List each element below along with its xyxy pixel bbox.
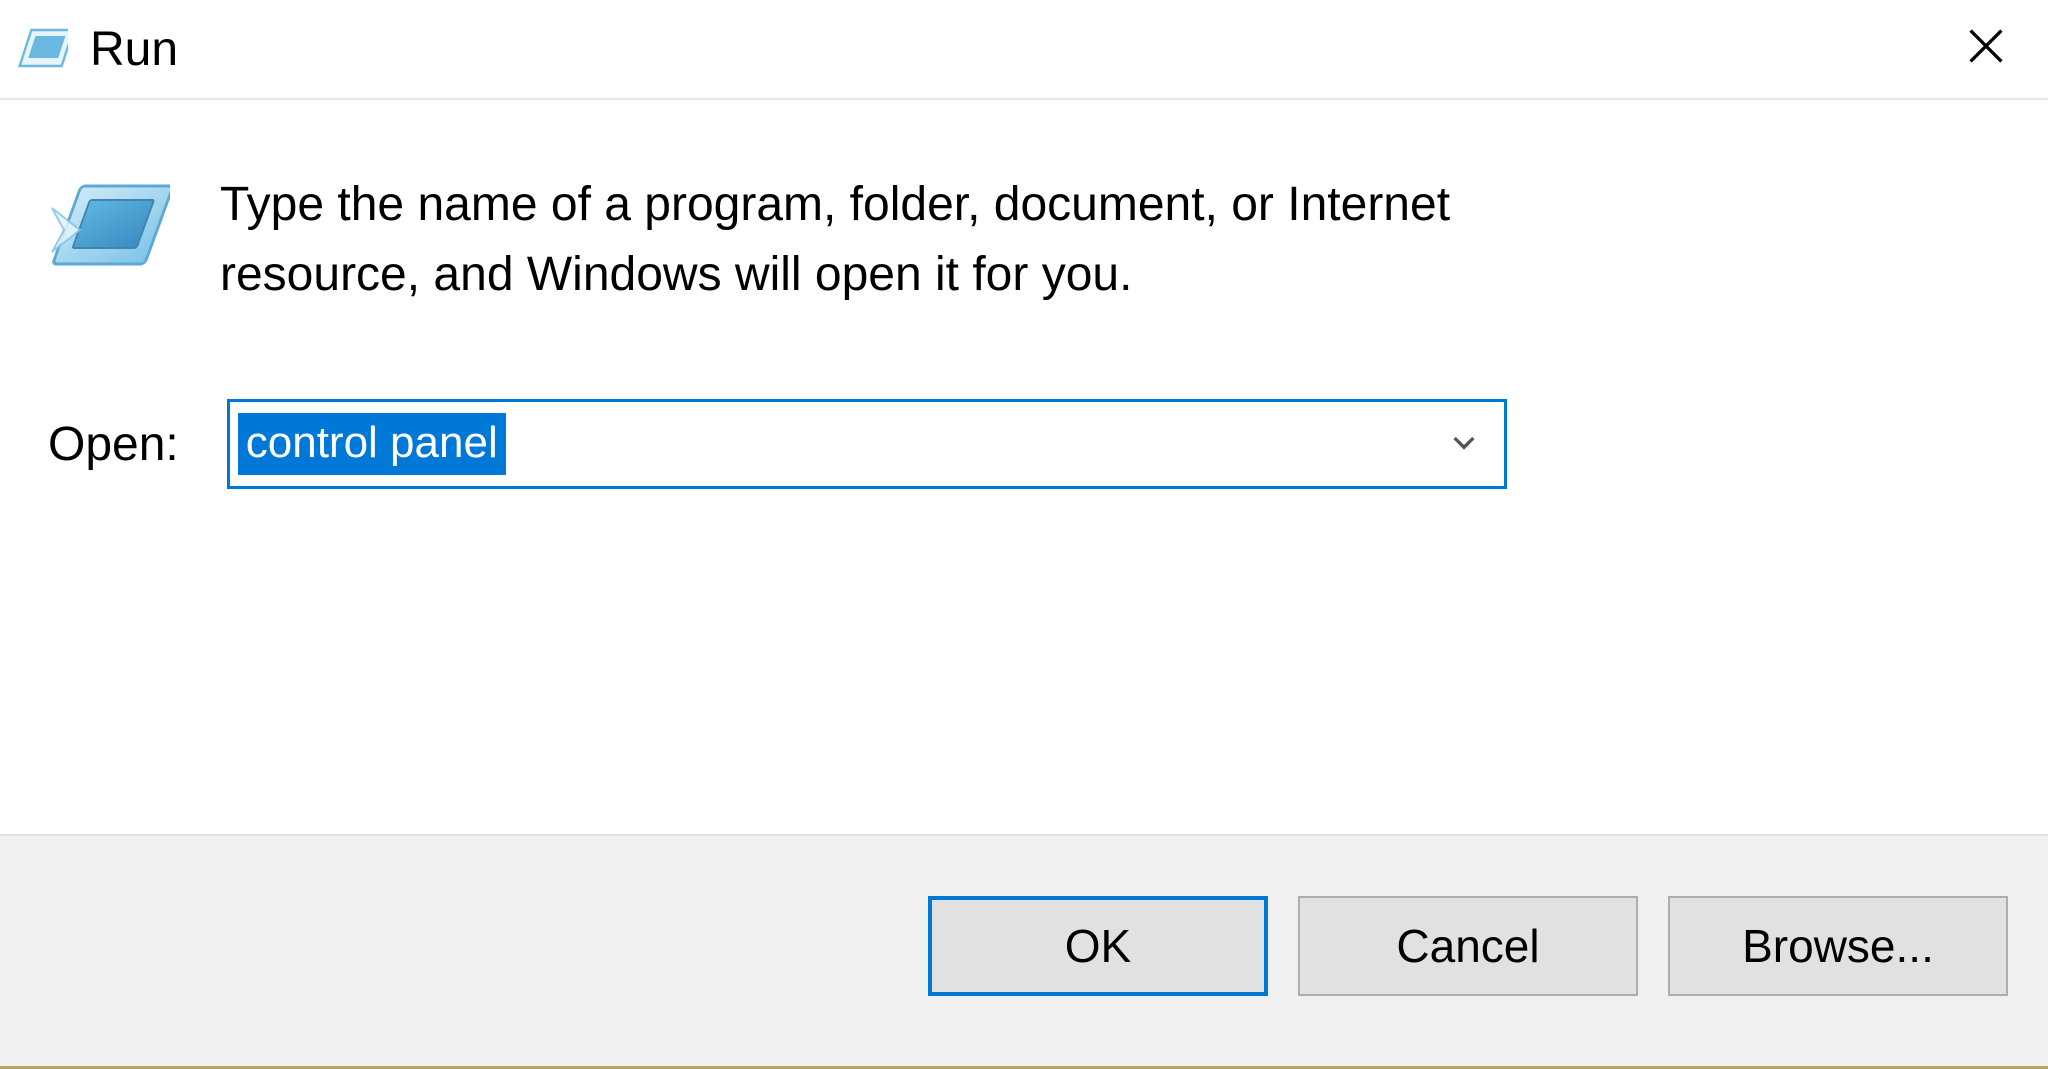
titlebar-left: Run	[18, 22, 178, 77]
dialog-title: Run	[90, 22, 178, 77]
combobox-dropdown-button[interactable]	[1424, 426, 1504, 463]
open-combobox[interactable]: control panel	[227, 399, 1507, 489]
titlebar: Run	[0, 0, 2048, 100]
open-label: Open:	[48, 417, 179, 472]
dialog-content: Type the name of a program, folder, docu…	[0, 100, 2048, 834]
ok-button[interactable]: OK	[928, 896, 1268, 996]
browse-button[interactable]: Browse...	[1668, 896, 2008, 996]
close-button[interactable]	[1954, 21, 2018, 77]
close-icon	[1964, 24, 2008, 68]
run-dialog: Run	[0, 0, 2048, 1069]
input-row: Open: control panel	[40, 399, 2008, 489]
run-icon	[50, 178, 170, 278]
button-bar: OK Cancel Browse...	[0, 834, 2048, 1066]
run-titlebar-icon	[18, 28, 68, 70]
description-text: Type the name of a program, folder, docu…	[220, 170, 1500, 309]
chevron-down-icon	[1448, 426, 1480, 458]
description-row: Type the name of a program, folder, docu…	[40, 170, 2008, 309]
open-input-value[interactable]: control panel	[238, 413, 506, 475]
cancel-button[interactable]: Cancel	[1298, 896, 1638, 996]
